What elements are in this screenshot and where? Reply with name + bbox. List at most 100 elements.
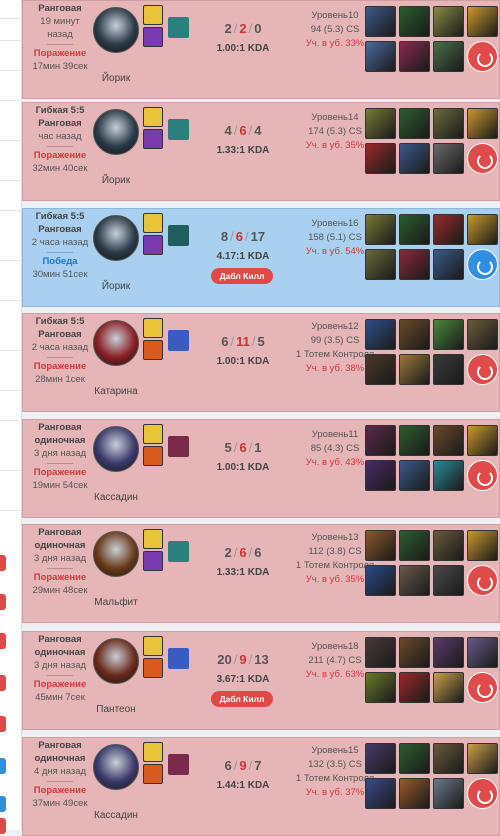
item-icon[interactable]	[365, 743, 396, 774]
champion-name[interactable]: Пантеон	[78, 704, 154, 715]
item-icon[interactable]	[433, 565, 464, 596]
champion-portrait[interactable]	[93, 744, 139, 790]
item-icon[interactable]	[433, 637, 464, 668]
match-card[interactable]: Ранговая 19 минут назад Поражение 17мин 39с…	[22, 0, 500, 99]
item-icon[interactable]	[365, 530, 396, 561]
champion-portrait[interactable]	[93, 531, 139, 577]
trinket-icon[interactable]	[467, 565, 498, 596]
item-icon[interactable]	[433, 530, 464, 561]
trinket-icon[interactable]	[467, 41, 498, 72]
item-icon[interactable]	[399, 460, 430, 491]
match-duration: 19мин 54сек	[32, 480, 88, 491]
champion-portrait[interactable]	[93, 7, 139, 53]
trinket-icon[interactable]	[467, 778, 498, 809]
trinket-icon[interactable]	[467, 143, 498, 174]
item-icon[interactable]	[399, 6, 430, 37]
item-icon[interactable]	[365, 460, 396, 491]
trinket-icon[interactable]	[467, 354, 498, 385]
item-icon[interactable]	[365, 249, 396, 280]
item-icon[interactable]	[399, 143, 430, 174]
champion-name[interactable]: Мальфит	[78, 597, 154, 608]
champion-portrait[interactable]	[93, 215, 139, 261]
champion-portrait[interactable]	[93, 638, 139, 684]
item-icon[interactable]	[467, 108, 498, 139]
deaths-count: 6	[239, 440, 247, 455]
queue-type: Ранговая одиночная	[34, 634, 86, 658]
trinket-icon[interactable]	[467, 460, 498, 491]
champion-name[interactable]: Катарина	[78, 386, 154, 397]
item-icon[interactable]	[399, 743, 430, 774]
item-icon[interactable]	[365, 319, 396, 350]
item-icon[interactable]	[467, 425, 498, 456]
champion-name[interactable]: Кассадин	[78, 810, 154, 821]
item-icon[interactable]	[433, 778, 464, 809]
match-card[interactable]: Гибкая 5:5 Ранговая 2 часа назад Победа 30м…	[22, 208, 500, 307]
item-icon[interactable]	[467, 743, 498, 774]
item-icon[interactable]	[399, 637, 430, 668]
champion-name[interactable]: Йорик	[78, 73, 154, 84]
match-card[interactable]: Ранговая одиночная 4 дня назад Поражение 37…	[22, 737, 500, 836]
item-icon[interactable]	[433, 249, 464, 280]
trinket-icon[interactable]	[467, 672, 498, 703]
sidebar-indicator[interactable]	[0, 796, 6, 812]
item-icon[interactable]	[433, 143, 464, 174]
item-icon[interactable]	[433, 319, 464, 350]
item-icon[interactable]	[433, 460, 464, 491]
match-card[interactable]: Гибкая 5:5 Ранговая 2 часа назад Поражение…	[22, 313, 500, 412]
item-icon[interactable]	[365, 41, 396, 72]
item-icon[interactable]	[433, 214, 464, 245]
champion-name[interactable]: Йорик	[78, 281, 154, 292]
item-icon[interactable]	[399, 425, 430, 456]
item-icon[interactable]	[399, 108, 430, 139]
item-icon[interactable]	[467, 214, 498, 245]
item-icon[interactable]	[365, 214, 396, 245]
champion-portrait[interactable]	[93, 320, 139, 366]
item-icon[interactable]	[399, 565, 430, 596]
item-icon[interactable]	[433, 108, 464, 139]
item-icon[interactable]	[467, 6, 498, 37]
trinket-icon[interactable]	[467, 249, 498, 280]
match-card[interactable]: Ранговая одиночная 3 дня назад Поражение 29…	[22, 524, 500, 623]
sidebar-indicator[interactable]	[0, 758, 6, 774]
item-icon[interactable]	[467, 637, 498, 668]
match-card[interactable]: Ранговая одиночная 3 дня назад Поражение 45…	[22, 631, 500, 730]
item-icon[interactable]	[365, 143, 396, 174]
champion-portrait[interactable]	[93, 426, 139, 472]
item-icon[interactable]	[467, 319, 498, 350]
rune-icon	[168, 119, 189, 140]
item-icon[interactable]	[467, 530, 498, 561]
item-icon[interactable]	[433, 41, 464, 72]
item-icon[interactable]	[365, 778, 396, 809]
match-card[interactable]: Ранговая одиночная 3 дня назад Поражение 19…	[22, 419, 500, 518]
item-icon[interactable]	[365, 565, 396, 596]
item-icon[interactable]	[365, 354, 396, 385]
sidebar-indicator[interactable]	[0, 633, 6, 649]
item-icon[interactable]	[365, 108, 396, 139]
item-icon[interactable]	[433, 354, 464, 385]
item-icon[interactable]	[399, 778, 430, 809]
item-icon[interactable]	[399, 41, 430, 72]
item-icon[interactable]	[399, 249, 430, 280]
item-icon[interactable]	[433, 743, 464, 774]
item-icon[interactable]	[365, 6, 396, 37]
item-icon[interactable]	[365, 672, 396, 703]
item-icon[interactable]	[399, 672, 430, 703]
champion-name[interactable]: Кассадин	[78, 492, 154, 503]
champion-name[interactable]: Йорик	[78, 175, 154, 186]
item-icon[interactable]	[399, 354, 430, 385]
item-icon[interactable]	[399, 530, 430, 561]
champion-portrait[interactable]	[93, 109, 139, 155]
item-icon[interactable]	[433, 672, 464, 703]
item-icon[interactable]	[433, 6, 464, 37]
sidebar-indicator[interactable]	[0, 716, 6, 732]
item-icon[interactable]	[399, 214, 430, 245]
item-icon[interactable]	[433, 425, 464, 456]
item-icon[interactable]	[365, 637, 396, 668]
sidebar-indicator[interactable]	[0, 818, 6, 834]
item-icon[interactable]	[365, 425, 396, 456]
match-card[interactable]: Гибкая 5:5 Ранговая час назад Поражение 32м…	[22, 102, 500, 201]
sidebar-indicator[interactable]	[0, 675, 6, 691]
item-icon[interactable]	[399, 319, 430, 350]
sidebar-indicator[interactable]	[0, 594, 6, 610]
sidebar-indicator[interactable]	[0, 555, 6, 571]
